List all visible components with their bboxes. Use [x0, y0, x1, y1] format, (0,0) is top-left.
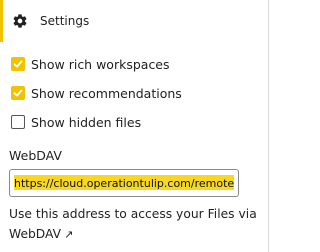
- option-label: Show rich workspaces: [31, 56, 170, 72]
- option-show-rich-workspaces[interactable]: Show rich workspaces: [11, 54, 170, 74]
- gear-icon: [12, 13, 28, 29]
- webdav-heading: WebDAV: [9, 148, 62, 163]
- webdav-help-sentence: Use this address to access your Files vi…: [9, 207, 257, 221]
- checkbox-checked-icon[interactable]: [11, 86, 25, 100]
- external-link-icon: ↗: [64, 228, 74, 241]
- option-show-recommendations[interactable]: Show recommendations: [11, 83, 182, 103]
- option-label: Show recommendations: [31, 85, 182, 101]
- webdav-docs-link[interactable]: WebDAV ↗: [9, 227, 73, 241]
- option-label: Show hidden files: [31, 114, 142, 130]
- settings-label: Settings: [40, 14, 90, 28]
- settings-panel: Settings Show rich workspaces Show recom…: [0, 0, 269, 252]
- settings-header-button[interactable]: Settings: [3, 0, 268, 42]
- webdav-url-field[interactable]: [9, 169, 239, 197]
- panel-border: [268, 0, 269, 252]
- checkbox-checked-icon[interactable]: [11, 57, 25, 71]
- option-show-hidden-files[interactable]: Show hidden files: [11, 112, 141, 132]
- checkbox-unchecked-icon[interactable]: [11, 115, 25, 129]
- webdav-help-text: Use this address to access your Files vi…: [9, 204, 259, 245]
- webdav-url-input[interactable]: [14, 170, 234, 196]
- webdav-link-label: WebDAV: [9, 227, 62, 241]
